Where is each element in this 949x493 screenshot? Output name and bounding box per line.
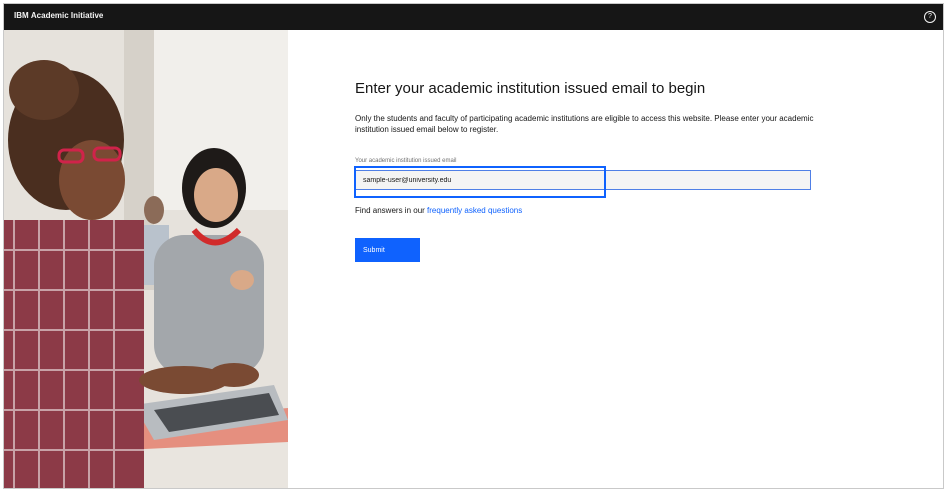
- email-field[interactable]: [355, 170, 811, 190]
- faq-link[interactable]: frequently asked questions: [427, 206, 522, 215]
- submit-button[interactable]: Submit: [355, 238, 420, 262]
- help-icon[interactable]: ?: [924, 11, 936, 23]
- brand-title[interactable]: IBM Academic Initiative: [14, 11, 103, 20]
- students-illustration: [4, 30, 288, 488]
- brand-name: Academic Initiative: [30, 11, 104, 20]
- main-content: Enter your academic institution issued e…: [288, 30, 943, 488]
- faq-text: Find answers in our frequently asked que…: [355, 206, 522, 215]
- top-navigation-bar: IBM Academic Initiative ?: [4, 4, 943, 30]
- eligibility-description: Only the students and faculty of partici…: [355, 114, 814, 134]
- email-field-label: Your academic institution issued email: [355, 158, 457, 164]
- app-window: IBM Academic Initiative ? Enter your aca…: [3, 3, 944, 489]
- page-title: Enter your academic institution issued e…: [355, 80, 706, 97]
- faq-prefix: Find answers in our: [355, 206, 425, 215]
- brand-ibm: IBM: [14, 11, 29, 20]
- students-photo: [4, 30, 288, 488]
